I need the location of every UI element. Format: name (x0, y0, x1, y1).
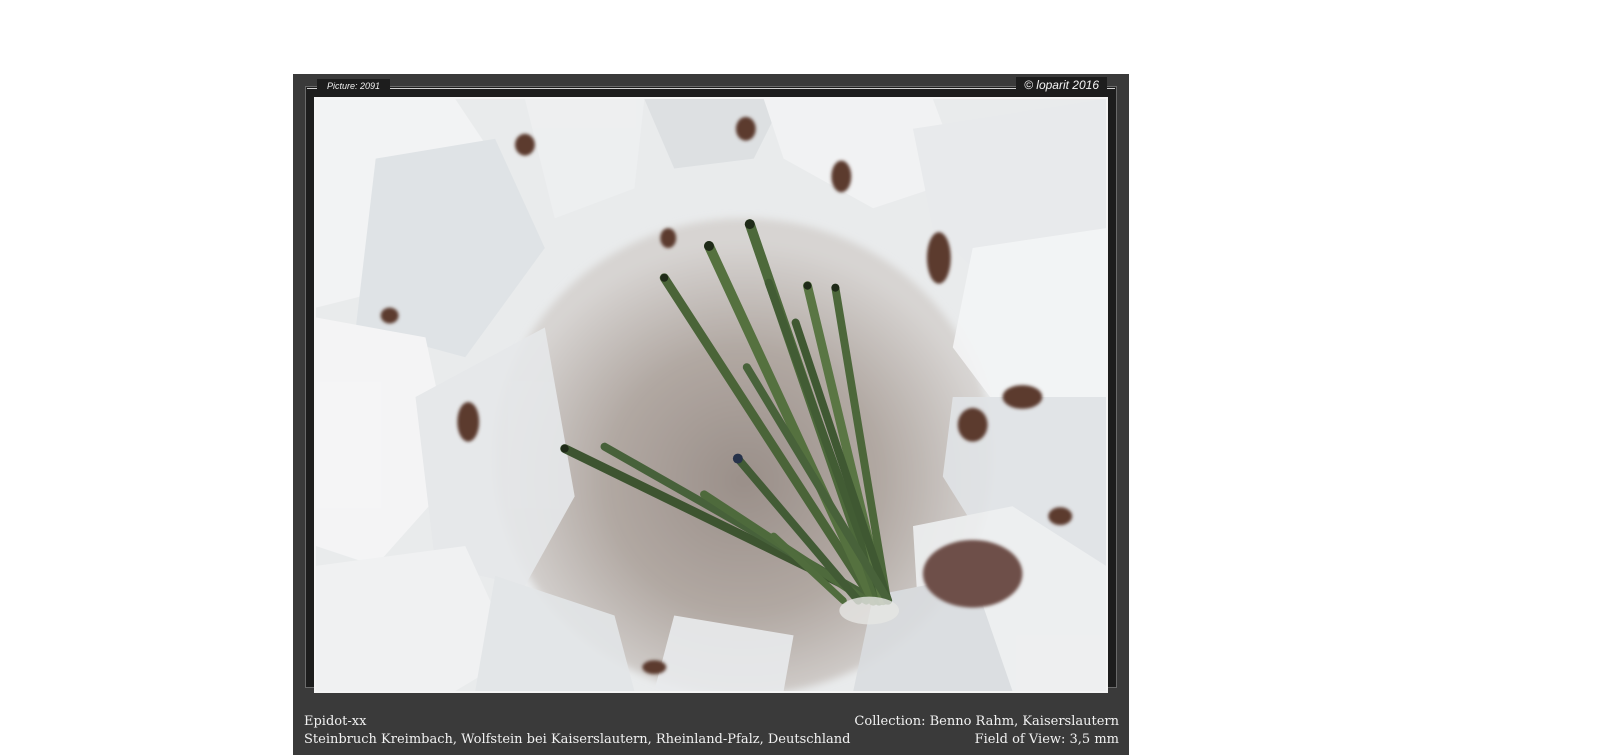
collection-text: Collection: Benno Rahm, Kaiserslautern (854, 714, 1119, 729)
picture-number-label: Picture: 2091 (317, 79, 391, 94)
field-of-view-text: Field of View: 3,5 mm (974, 732, 1119, 747)
locality-text: Steinbruch Kreimbach, Wolfstein bei Kais… (304, 732, 851, 747)
photo-frame: Picture: 2091 © loparit 2016 Epidot-xx S… (293, 74, 1129, 755)
specimen-caption: Epidot-xx Steinbruch Kreimbach, Wolfstei… (304, 713, 851, 749)
collection-caption: Collection: Benno Rahm, Kaiserslautern F… (854, 713, 1119, 749)
mineral-name: Epidot-xx (304, 714, 367, 729)
copyright-label: © loparit 2016 (1016, 77, 1107, 94)
mineral-photo (314, 97, 1108, 693)
mineral-photo-illustration (316, 99, 1106, 691)
frame-top-line (307, 88, 1115, 89)
